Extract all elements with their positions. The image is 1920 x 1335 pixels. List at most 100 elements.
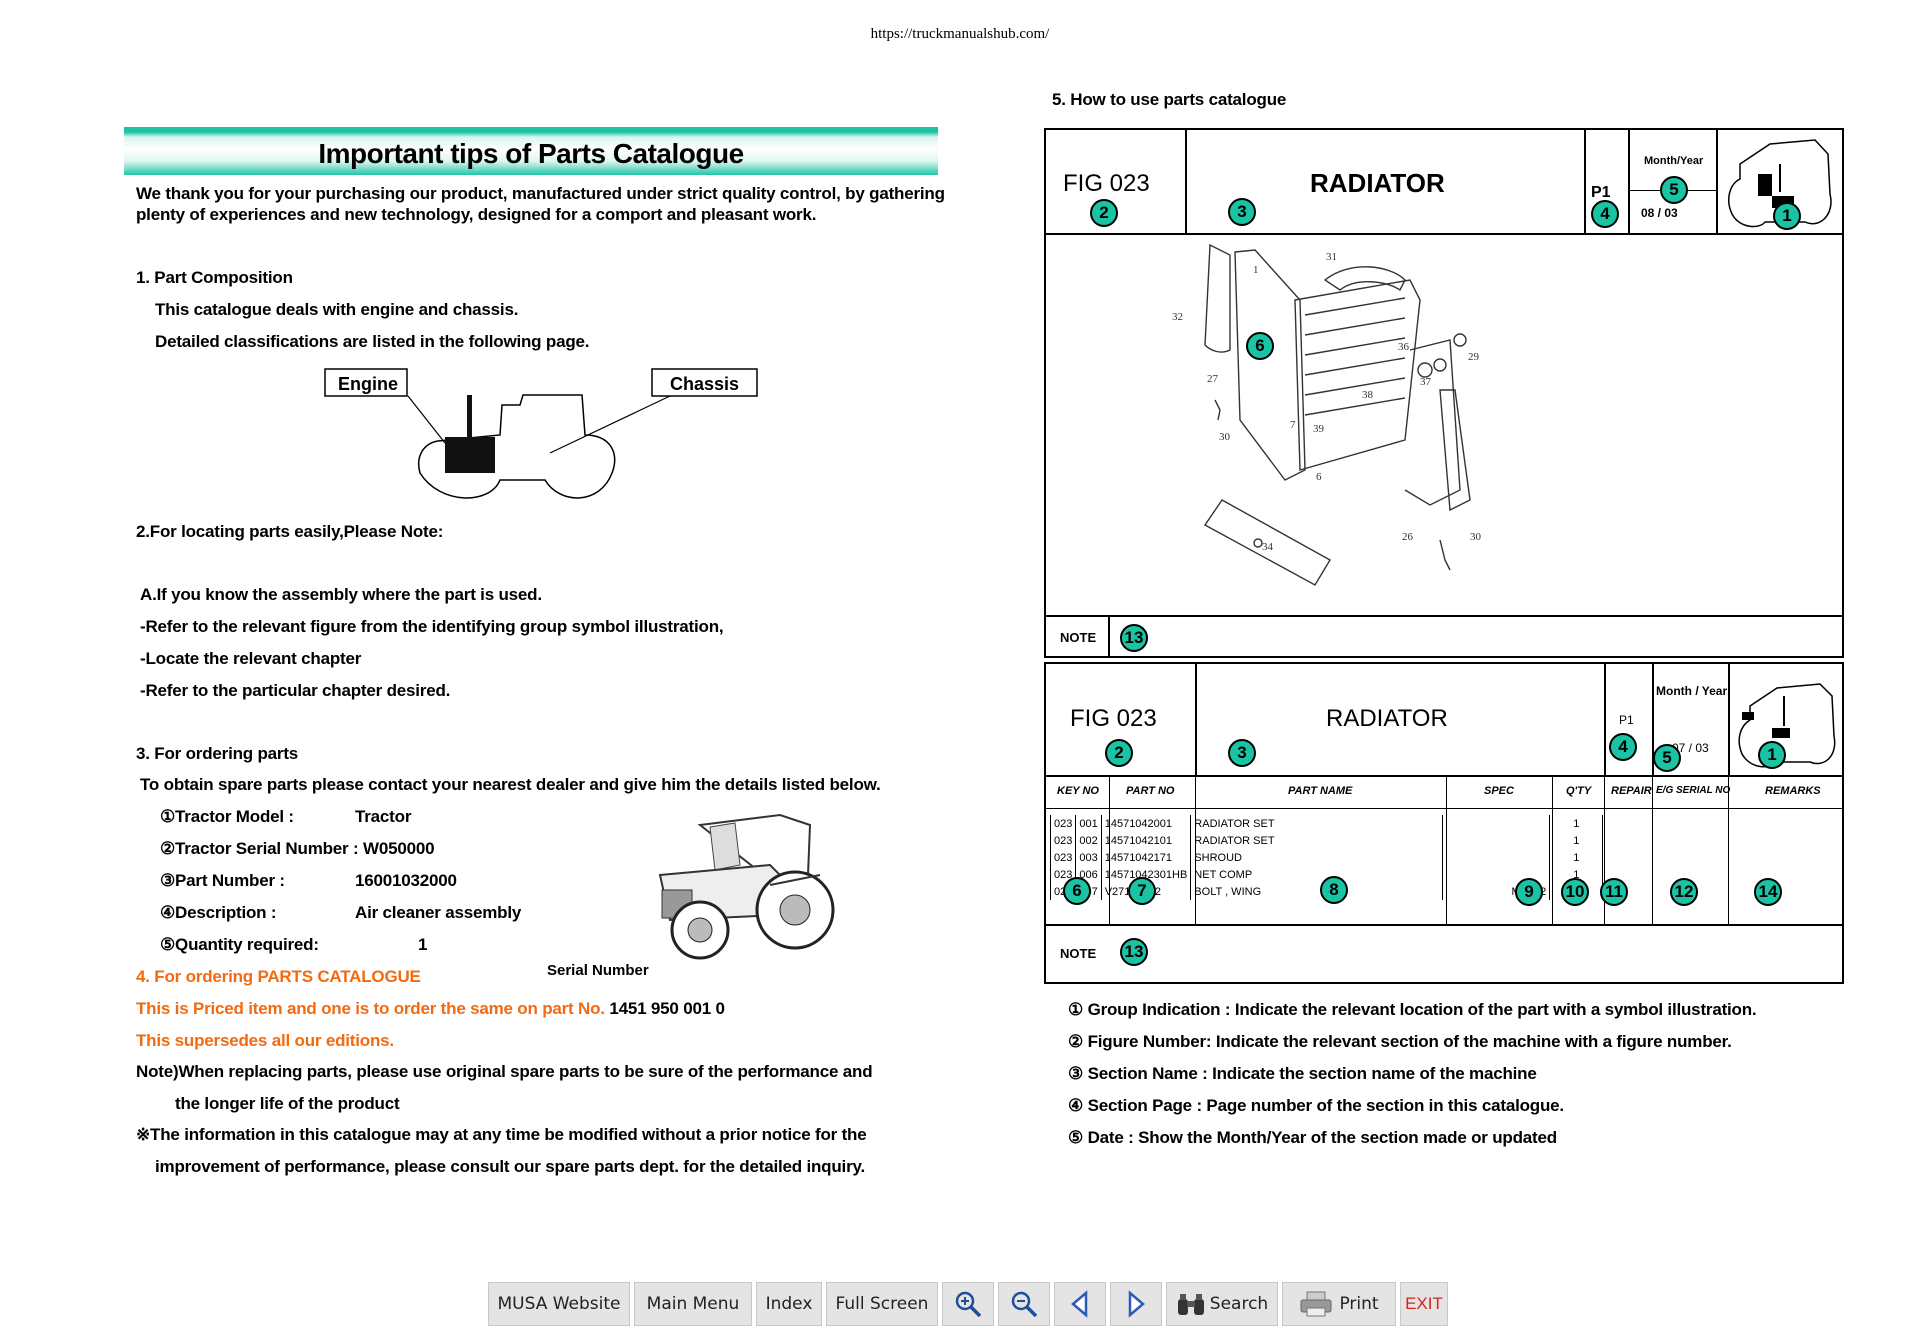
sec2-a: A.If you know the assembly where the par… — [140, 585, 542, 604]
fig-number-2: FIG 023 — [1070, 705, 1157, 732]
table-row: 023 001 14571042001 RADIATOR SET 1 — [1049, 815, 1604, 832]
diagram-label: 32 — [1172, 311, 1183, 323]
diagram-label: 30 — [1219, 431, 1231, 443]
next-page-button[interactable] — [1110, 1282, 1162, 1326]
callout-12: 12 — [1670, 878, 1698, 906]
sec4-title: 4. For ordering PARTS CATALOGUE — [136, 967, 421, 986]
table-row: 023 003 14571042171 SHROUD 1 — [1049, 849, 1604, 866]
note-line-4: improvement of performance, please consu… — [155, 1157, 866, 1176]
callout-1: 1 — [1773, 202, 1801, 230]
callout-3b: 3 — [1228, 739, 1256, 767]
diagram-label: 36 — [1398, 341, 1410, 353]
date-value: 08 / 03 — [1641, 206, 1678, 220]
callout-5: 5 — [1660, 176, 1688, 204]
callout-13: 13 — [1120, 624, 1148, 652]
diagram-label: 29 — [1468, 351, 1480, 363]
col-header: Q'TY — [1566, 785, 1592, 797]
col-header: REMARKS — [1765, 785, 1821, 797]
search-button[interactable]: Search — [1166, 1282, 1278, 1326]
diagram-label: 7 — [1290, 419, 1296, 431]
right-title: 5. How to use parts catalogue — [1052, 90, 1287, 109]
musa-website-button[interactable]: MUSA Website — [488, 1282, 630, 1326]
callout-10: 10 — [1561, 878, 1589, 906]
callout-11: 11 — [1600, 878, 1628, 906]
order-item-label: ②Tractor Serial Number : W050000 — [160, 839, 435, 858]
index-button[interactable]: Index — [756, 1282, 822, 1326]
legend-item: ① Group Indication : Indicate the releva… — [1068, 1000, 1757, 1019]
callout-2: 2 — [1090, 199, 1118, 227]
legend-item: ② Figure Number: Indicate the relevant s… — [1068, 1032, 1732, 1051]
binoculars-icon — [1177, 1294, 1204, 1315]
sec4-line-2: This supersedes all our editions. — [136, 1031, 394, 1050]
fig-number: FIG 023 — [1063, 170, 1150, 197]
diagram-label: 34 — [1262, 541, 1274, 553]
tractor-illustration — [658, 813, 835, 960]
callout-1b: 1 — [1758, 741, 1786, 769]
callout-2b: 2 — [1105, 739, 1133, 767]
radiator-exploded-diagram: 1 31 32 27 30 7 39 38 36 29 37 34 26 30 … — [1172, 243, 1482, 586]
legend-item: ③ Section Name : Indicate the section na… — [1068, 1064, 1537, 1083]
legend-item: ④ Section Page : Page number of the sect… — [1068, 1096, 1564, 1115]
tractor-outline-illustration: Engine Chassis — [324, 368, 758, 499]
sec4-line-1-text: This is Priced item and one is to order … — [136, 999, 605, 1018]
callout-4b: 4 — [1609, 733, 1637, 761]
order-item-value: Air cleaner assembly — [355, 903, 522, 922]
zoom-in-button[interactable] — [942, 1282, 994, 1326]
section-name: RADIATOR — [1310, 168, 1445, 198]
note-line-2: the longer life of the product — [175, 1094, 400, 1113]
diagram-label: 37 — [1420, 376, 1432, 388]
col-header: PART NO — [1126, 785, 1175, 797]
note-label-2: NOTE — [1060, 946, 1097, 961]
previous-page-button[interactable] — [1054, 1282, 1106, 1326]
month-year-label: Month/Year — [1644, 155, 1704, 167]
callout-6b: 6 — [1063, 877, 1091, 905]
col-header: SPEC — [1484, 785, 1514, 797]
group-symbol-icon — [1738, 683, 1836, 768]
sec2-b: -Refer to the relevant figure from the i… — [140, 617, 724, 636]
callout-3: 3 — [1228, 198, 1256, 226]
callout-9: 9 — [1515, 878, 1543, 906]
print-label: Print — [1339, 1294, 1379, 1314]
full-screen-button[interactable]: Full Screen — [826, 1282, 938, 1326]
sec4-part-number: 1451 950 001 0 — [609, 999, 725, 1018]
sec4-line-1: This is Priced item and one is to order … — [136, 999, 725, 1019]
exit-button[interactable]: EXIT — [1400, 1282, 1448, 1326]
note-line-3: ※The information in this catalogue may a… — [136, 1125, 867, 1144]
legend-item: ⑤ Date : Show the Month/Year of the sect… — [1068, 1128, 1557, 1147]
order-item-value: 16001032000 — [355, 871, 457, 890]
diagram-label: 1 — [1253, 264, 1259, 276]
site-url[interactable]: https://truckmanualshub.com/ — [0, 26, 1920, 43]
order-item-value: Tractor — [355, 807, 412, 826]
callout-13b: 13 — [1120, 938, 1148, 966]
main-menu-button[interactable]: Main Menu — [634, 1282, 752, 1326]
col-header: KEY NO — [1057, 785, 1099, 797]
zoom-in-icon — [955, 1291, 982, 1318]
section-name-2: RADIATOR — [1326, 705, 1448, 732]
intro-line-2: plenty of experiences and new technology… — [136, 205, 817, 224]
sec3-intro: To obtain spare parts please contact you… — [140, 775, 881, 794]
arrow-left-icon — [1071, 1290, 1088, 1318]
col-header: REPAIR — [1611, 785, 1652, 797]
order-item-value: 1 — [418, 935, 428, 954]
chassis-label: Chassis — [670, 374, 739, 394]
col-header: PART NAME — [1288, 785, 1353, 797]
diagram-label: 27 — [1207, 373, 1219, 385]
order-item-label: ③Part Number : — [160, 871, 285, 890]
callout-6: 6 — [1246, 332, 1274, 360]
diagram-label: 31 — [1326, 251, 1337, 263]
order-item-label: ①Tractor Model : — [160, 807, 294, 826]
callout-4: 4 — [1591, 200, 1619, 228]
order-item-label: ⑤Quantity required: — [160, 935, 319, 954]
callout-14: 14 — [1754, 878, 1782, 906]
sec1-line-1: This catalogue deals with engine and cha… — [155, 300, 519, 319]
engine-label: Engine — [338, 374, 398, 394]
printer-icon — [1300, 1291, 1332, 1317]
page-title: Important tips of Parts Catalogue — [318, 138, 744, 169]
zoom-out-button[interactable] — [998, 1282, 1050, 1326]
sec1-line-2: Detailed classifications are listed in t… — [155, 332, 590, 351]
intro-line-1: We thank you for your purchasing our pro… — [136, 184, 945, 203]
arrow-right-icon — [1128, 1290, 1145, 1318]
note-line-1: Note)When replacing parts, please use or… — [136, 1062, 873, 1081]
print-button[interactable]: Print — [1282, 1282, 1396, 1326]
search-label: Search — [1209, 1294, 1269, 1314]
